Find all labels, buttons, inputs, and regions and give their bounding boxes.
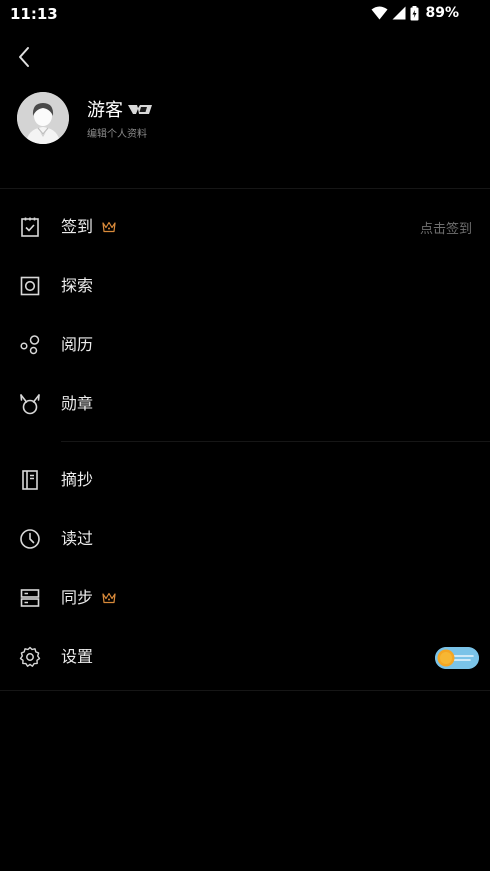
medal-icon — [20, 394, 40, 415]
status-time: 11:13 — [10, 5, 58, 23]
theme-toggle[interactable] — [435, 647, 479, 669]
checkin-hint[interactable]: 点击签到 — [420, 218, 472, 237]
wifi-icon — [371, 6, 388, 20]
menu-label-medals: 勋章 — [61, 394, 94, 413]
menu-label-read: 读过 — [61, 529, 94, 548]
status-bar: 11:13 89% — [0, 0, 490, 28]
menu-label-checkin: 签到 — [61, 217, 94, 236]
menu-item-read[interactable]: 读过 — [0, 514, 490, 564]
menu-label-history: 阅历 — [61, 335, 94, 354]
chevron-left-icon — [19, 47, 29, 67]
battery-icon — [410, 5, 419, 20]
avatar[interactable] — [17, 92, 69, 144]
gear-icon — [19, 646, 41, 667]
menu-item-settings[interactable]: 设置 — [0, 632, 490, 682]
calendar-check-icon — [21, 217, 39, 237]
back-button[interactable] — [12, 44, 38, 70]
clock-icon — [20, 529, 40, 549]
edit-profile-link[interactable]: 编辑个人资料 — [87, 125, 153, 140]
cell-signal-icon — [392, 6, 406, 20]
menu-item-excerpts[interactable]: 摘抄 — [0, 455, 490, 505]
menu-item-checkin[interactable]: 签到 点击签到 — [0, 202, 490, 252]
menu-label-excerpts: 摘抄 — [61, 470, 94, 489]
battery-percentage: 89% — [425, 5, 459, 21]
menu-item-history[interactable]: 阅历 — [0, 320, 490, 370]
crown-icon — [102, 221, 116, 233]
explore-icon — [20, 276, 40, 296]
menu-item-medals[interactable]: 勋章 — [0, 379, 490, 429]
sun-icon — [435, 647, 479, 669]
group-divider — [61, 441, 490, 442]
notebook-icon — [22, 470, 38, 490]
server-icon — [20, 589, 40, 607]
default-avatar-icon — [17, 92, 69, 144]
bubbles-icon — [20, 335, 40, 355]
menu-label-explore: 探索 — [61, 276, 94, 295]
menu-label-sync: 同步 — [61, 588, 94, 607]
section-divider — [0, 188, 490, 189]
bottom-divider — [0, 690, 490, 691]
profile-header[interactable]: 游客 编辑个人资料 — [17, 92, 153, 144]
status-icons: 89% — [371, 5, 459, 21]
menu-label-settings: 设置 — [61, 647, 94, 666]
crown-icon — [102, 592, 116, 604]
username: 游客 — [87, 100, 123, 121]
menu-item-explore[interactable]: 探索 — [0, 261, 490, 311]
menu-item-sync[interactable]: 同步 — [0, 573, 490, 623]
vip-badge-icon — [128, 105, 152, 114]
